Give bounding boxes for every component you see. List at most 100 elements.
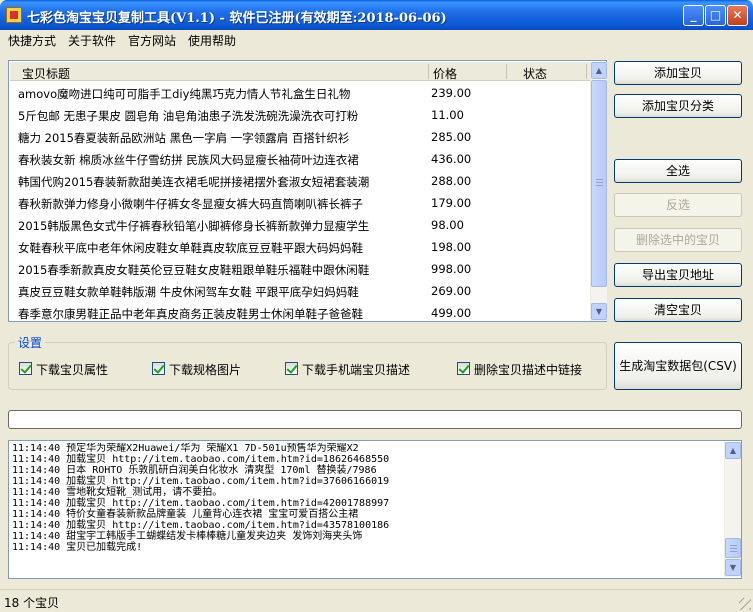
- settings-label: 设置: [15, 334, 46, 351]
- add-item-button[interactable]: 添加宝贝: [614, 61, 742, 85]
- title-bar[interactable]: 七彩色淘宝宝贝复制工具(V1.1) - 软件已注册(有效期至:2018-06-0…: [0, 0, 753, 30]
- table-row[interactable]: 真皮豆豆鞋女款单鞋韩版潮 牛皮休闲驾车女鞋 平跟平底孕妇妈妈鞋 269.00: [10, 280, 590, 302]
- product-list[interactable]: 宝贝标题 价格 状态 amovo魔吻进口纯可可脂手工diy纯黑巧克力情人节礼盒生…: [8, 60, 607, 322]
- window-title: 七彩色淘宝宝贝复制工具(V1.1) - 软件已注册(有效期至:2018-06-0…: [27, 11, 447, 26]
- checkbox-checked-icon[interactable]: [285, 362, 298, 375]
- log-line: 11:14:40 宝贝已加载完成!: [12, 542, 143, 553]
- clear-items-button[interactable]: 清空宝贝: [614, 298, 742, 322]
- table-row[interactable]: 糖力 2015春夏装新品欧洲站 黑色一字肩 一字领露肩 百搭针织衫 285.00: [10, 126, 590, 148]
- cell-title: 春秋装女新 棉质冰丝牛仔雪纺拼 民族风大码显瘦长袖荷叶边连衣裙: [18, 153, 359, 167]
- cell-price: 198.00: [431, 240, 472, 254]
- cell-title: 春季意尔康男鞋正品中老年真皮商务正装皮鞋男士休闲单鞋子爸爸鞋: [18, 307, 363, 321]
- menu-help[interactable]: 使用帮助: [188, 32, 236, 49]
- cell-price: 11.00: [431, 108, 464, 122]
- table-row[interactable]: 2015韩版黑色女式牛仔裤春秋铅笔小脚裤修身长裤新款弹力显瘦学生 98.00: [10, 214, 590, 236]
- scroll-down-arrow-icon[interactable]: ▼: [725, 559, 741, 576]
- list-scrollbar[interactable]: ▲ ▼: [590, 62, 607, 321]
- generate-csv-button[interactable]: 生成淘宝数据包(CSV): [614, 342, 742, 390]
- scroll-thumb[interactable]: [591, 80, 607, 287]
- maximize-button[interactable]: □: [705, 5, 726, 26]
- invert-selection-button[interactable]: 反选: [614, 193, 742, 217]
- table-row[interactable]: 春秋装女新 棉质冰丝牛仔雪纺拼 民族风大码显瘦长袖荷叶边连衣裙 436.00: [10, 148, 590, 170]
- column-status[interactable]: 状态: [523, 65, 547, 82]
- cell-title: 真皮豆豆鞋女款单鞋韩版潮 牛皮休闲驾车女鞋 平跟平底孕妇妈妈鞋: [18, 285, 359, 299]
- log-line: 11:14:40 雪地靴女短靴_测试用，请不要拍。: [12, 487, 223, 498]
- scroll-up-arrow-icon[interactable]: ▲: [725, 442, 741, 459]
- app-icon: [6, 7, 22, 23]
- menu-bar: 快捷方式 关于软件 官方网站 使用帮助: [0, 30, 753, 49]
- log-lines: 11:14:40 预定华为荣耀X2Huawei/华为 荣耀X1 7D-501u预…: [12, 443, 722, 577]
- grip-line: [730, 545, 737, 546]
- log-line: 11:14:40 预定华为荣耀X2Huawei/华为 荣耀X1 7D-501u预…: [12, 443, 359, 454]
- export-urls-button[interactable]: 导出宝贝地址: [614, 263, 742, 287]
- resize-grip-icon[interactable]: [739, 598, 751, 610]
- menu-about[interactable]: 关于软件: [68, 32, 116, 49]
- scroll-down-arrow-icon[interactable]: ▼: [591, 303, 607, 320]
- checkbox-checked-icon[interactable]: [152, 362, 165, 375]
- cell-title: 2015春季新款真皮女鞋英伦豆豆鞋女皮鞋粗跟单鞋乐福鞋中跟休闲鞋: [18, 263, 370, 277]
- table-row[interactable]: 韩国代购2015春装新款甜美连衣裙毛呢拼接裙摆外套淑女短裙套装潮 288.00: [10, 170, 590, 192]
- log-line: 11:14:40 加载宝贝 http://item.taobao.com/ite…: [12, 454, 390, 465]
- cell-price: 288.00: [431, 174, 472, 188]
- log-line: 11:14:40 加载宝贝 http://item.taobao.com/ite…: [12, 498, 390, 509]
- log-box[interactable]: 11:14:40 预定华为荣耀X2Huawei/华为 荣耀X1 7D-501u预…: [8, 440, 742, 579]
- column-separator: [586, 64, 587, 79]
- table-row[interactable]: 女鞋春秋平底中老年休闲皮鞋女单鞋真皮软底豆豆鞋平跟大码妈妈鞋 198.00: [10, 236, 590, 258]
- checkbox-label: 下载宝贝属性: [36, 363, 109, 377]
- cell-price: 285.00: [431, 130, 472, 144]
- log-line: 11:14:40 加载宝贝 http://item.taobao.com/ite…: [12, 476, 390, 487]
- item-count-status: 18 个宝贝: [4, 596, 60, 610]
- select-all-button[interactable]: 全选: [614, 159, 742, 183]
- cell-price: 998.00: [431, 262, 472, 276]
- cell-title: 女鞋春秋平底中老年休闲皮鞋女单鞋真皮软底豆豆鞋平跟大码妈妈鞋: [18, 241, 363, 255]
- cell-title: 糖力 2015春夏装新品欧洲站 黑色一字肩 一字领露肩 百搭针织衫: [18, 131, 350, 145]
- column-separator: [428, 64, 429, 79]
- table-row[interactable]: 5斤包邮 无患子果皮 圆皂角 油皂角油患子洗发洗碗洗澡洗衣可打粉 11.00: [10, 104, 590, 126]
- table-row[interactable]: amovo魔吻进口纯可可脂手工diy纯黑巧克力情人节礼盒生日礼物 239.00: [10, 82, 590, 104]
- checkbox-checked-icon[interactable]: [457, 362, 470, 375]
- delete-selected-button[interactable]: 删除选中的宝贝: [614, 228, 742, 252]
- menu-shortcuts[interactable]: 快捷方式: [8, 32, 56, 49]
- cell-title: 5斤包邮 无患子果皮 圆皂角 油皂角油患子洗发洗碗洗澡洗衣可打粉: [18, 109, 359, 123]
- table-row[interactable]: 春季意尔康男鞋正品中老年真皮商务正装皮鞋男士休闲单鞋子爸爸鞋 499.00: [10, 302, 590, 322]
- grip-line: [596, 179, 603, 180]
- checkbox-checked-icon[interactable]: [19, 362, 32, 375]
- column-separator: [506, 64, 507, 79]
- cell-price: 179.00: [431, 196, 472, 210]
- menu-website[interactable]: 官方网站: [128, 32, 176, 49]
- table-row[interactable]: 2015春季新款真皮女鞋英伦豆豆鞋女皮鞋粗跟单鞋乐福鞋中跟休闲鞋 998.00: [10, 258, 590, 280]
- cell-title: 春秋新款弹力修身小微喇牛仔裤女冬显瘦女裤大码直筒喇叭裤长裤子: [18, 197, 363, 211]
- log-line: 11:14:40 甜宝宇工韩版手工蝴蝶结发卡棒棒糖儿童发夹边夹 发饰刘海夹头饰: [12, 531, 363, 542]
- cell-title: amovo魔吻进口纯可可脂手工diy纯黑巧克力情人节礼盒生日礼物: [18, 87, 351, 101]
- log-line: 11:14:40 加载宝贝 http://item.taobao.com/ite…: [12, 520, 390, 531]
- cell-price: 436.00: [431, 152, 472, 166]
- add-category-button[interactable]: 添加宝贝分类: [614, 94, 742, 118]
- grip-line: [730, 548, 737, 549]
- cell-price: 269.00: [431, 284, 472, 298]
- cell-title: 2015韩版黑色女式牛仔裤春秋铅笔小脚裤修身长裤新款弹力显瘦学生: [18, 219, 370, 233]
- grip-line: [730, 551, 737, 552]
- log-scrollbar[interactable]: ▲ ▼: [724, 442, 741, 577]
- checkbox-label: 删除宝贝描述中链接: [474, 363, 583, 377]
- scroll-thumb[interactable]: [725, 538, 741, 558]
- list-header: 宝贝标题 价格 状态: [10, 62, 590, 81]
- cell-price: 98.00: [431, 218, 464, 232]
- status-bar: 18 个宝贝: [0, 589, 753, 612]
- minimize-button[interactable]: _: [683, 5, 704, 26]
- column-price[interactable]: 价格: [433, 65, 457, 82]
- grip-line: [596, 182, 603, 183]
- close-button[interactable]: ✕: [727, 5, 748, 26]
- table-row[interactable]: 春秋新款弹力修身小微喇牛仔裤女冬显瘦女裤大码直筒喇叭裤长裤子 179.00: [10, 192, 590, 214]
- log-line: 11:14:40 日本 ROHTO 乐敦肌研白润美白化妆水 清爽型 170ml …: [12, 465, 377, 476]
- progress-bar: [8, 410, 742, 429]
- scroll-up-arrow-icon[interactable]: ▲: [591, 62, 607, 79]
- checkbox-label: 下载手机端宝贝描述: [302, 363, 411, 377]
- cell-price: 499.00: [431, 306, 472, 320]
- cell-title: 韩国代购2015春装新款甜美连衣裙毛呢拼接裙摆外套淑女短裙套装潮: [18, 175, 370, 189]
- checkbox-label: 下载规格图片: [169, 363, 242, 377]
- cell-price: 239.00: [431, 86, 472, 100]
- list-rows: amovo魔吻进口纯可可脂手工diy纯黑巧克力情人节礼盒生日礼物 239.00 5斤…: [10, 82, 590, 322]
- column-title[interactable]: 宝贝标题: [22, 65, 70, 82]
- log-line: 11:14:40 特价女童春装新款品牌童装 儿童背心连衣裙 宝宝可爱百搭公主裙: [12, 509, 359, 520]
- grip-line: [596, 185, 603, 186]
